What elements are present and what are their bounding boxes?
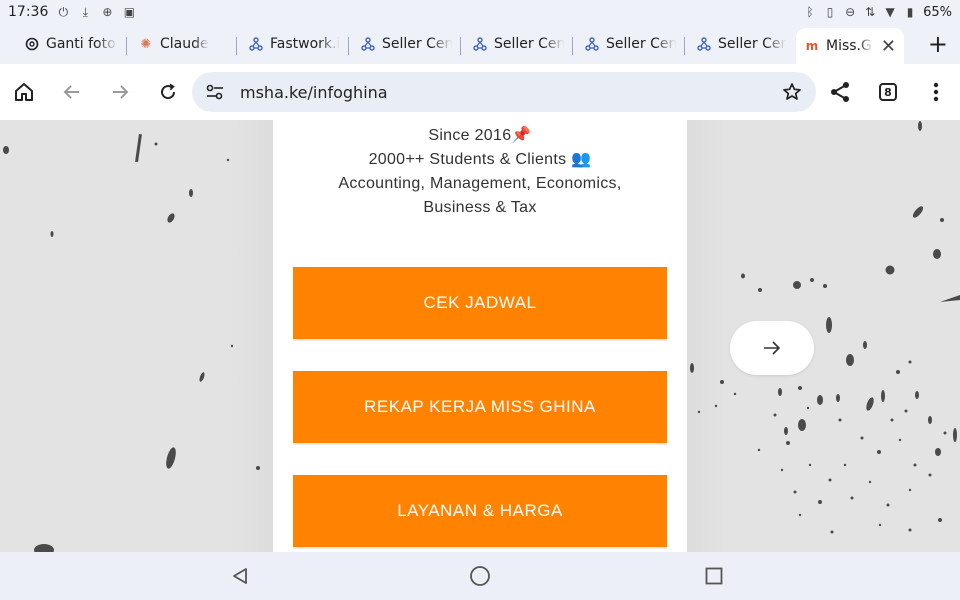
tab-title: Seller Cent bbox=[494, 36, 564, 52]
arrow-right-icon bbox=[764, 341, 781, 355]
tab-title: Seller Cent bbox=[382, 36, 452, 52]
seller-center-icon bbox=[584, 36, 600, 52]
url-text[interactable]: msha.ke/infoghina bbox=[240, 83, 388, 102]
tab-seller-center-2[interactable]: Seller Cent bbox=[464, 28, 572, 60]
back-button[interactable] bbox=[58, 78, 86, 106]
bluetooth-icon: ᛒ bbox=[806, 5, 814, 19]
tab-separator bbox=[236, 37, 237, 55]
arrow-left-icon bbox=[63, 85, 79, 99]
tab-separator bbox=[460, 37, 461, 55]
tab-ganti-foto[interactable]: Ganti foto c bbox=[16, 28, 126, 60]
app-notification-icon: ▣ bbox=[123, 5, 136, 19]
tab-separator bbox=[684, 37, 685, 55]
tab-miss-ghina[interactable]: m Miss.Ghina ✕ bbox=[796, 28, 904, 64]
tab-switcher-button[interactable]: 8 bbox=[874, 78, 902, 106]
vpn-icon: ⊕ bbox=[102, 5, 113, 19]
arrow-right-icon bbox=[113, 85, 129, 99]
claude-icon: ✺ bbox=[140, 36, 152, 52]
tab-claude[interactable]: ✺ Claude bbox=[130, 28, 236, 60]
square-recents-icon bbox=[705, 567, 723, 585]
reload-icon bbox=[161, 83, 176, 100]
nav-back-button[interactable] bbox=[228, 564, 252, 588]
page-content: Since 2016📌 2000++ Students & Clients 👥 … bbox=[0, 120, 960, 552]
share-button[interactable] bbox=[826, 78, 854, 106]
wifi-icon: ▼ bbox=[885, 5, 895, 19]
battery-level: 65% bbox=[923, 4, 952, 20]
download-icon: ⤓ bbox=[82, 5, 89, 19]
reload-button[interactable] bbox=[154, 78, 182, 106]
new-tab-button[interactable]: + bbox=[928, 30, 948, 58]
status-time: 17:36 bbox=[8, 4, 49, 20]
home-icon bbox=[15, 83, 33, 101]
overflow-menu-button[interactable] bbox=[922, 78, 950, 106]
battery-icon: ▮ bbox=[906, 5, 914, 19]
nav-recents-button[interactable] bbox=[702, 564, 726, 588]
data-transfer-icon: ⇅ bbox=[865, 5, 876, 19]
bookmark-star-icon[interactable] bbox=[782, 82, 802, 106]
msha-icon: m bbox=[805, 39, 819, 53]
intro-line-subjects: Accounting, Management, Economics, bbox=[338, 175, 622, 192]
close-tab-icon[interactable]: ✕ bbox=[881, 36, 896, 57]
seller-center-icon bbox=[696, 36, 712, 52]
rekap-kerja-button[interactable]: REKAP KERJA MISS GHINA bbox=[293, 371, 667, 445]
forward-button[interactable] bbox=[106, 78, 134, 106]
tab-seller-center-1[interactable]: Seller Cent bbox=[352, 28, 460, 60]
nav-home-button[interactable] bbox=[468, 564, 492, 588]
next-arrow-button[interactable] bbox=[730, 321, 814, 375]
vibrate-icon: ▯ bbox=[826, 5, 834, 19]
address-bar[interactable]: msha.ke/infoghina bbox=[192, 72, 816, 112]
intro-line-since: Since 2016📌 bbox=[428, 127, 532, 144]
intro-line-business: Business & Tax bbox=[423, 199, 537, 216]
tab-count: 8 bbox=[879, 83, 897, 101]
more-vert-icon bbox=[933, 82, 939, 102]
system-nav-bar bbox=[0, 552, 960, 600]
seller-center-icon bbox=[360, 36, 376, 52]
cek-jadwal-button[interactable]: CEK JADWAL bbox=[293, 267, 667, 341]
seller-center-icon bbox=[472, 36, 488, 52]
site-settings-icon[interactable] bbox=[206, 84, 224, 104]
tab-separator bbox=[572, 37, 573, 55]
tab-title: Claude bbox=[160, 36, 209, 52]
tab-title: Ganti foto c bbox=[46, 36, 118, 52]
tab-strip: Ganti foto c ✺ Claude Fastwork.id Seller… bbox=[0, 24, 960, 64]
tab-fastwork[interactable]: Fastwork.id bbox=[240, 28, 348, 60]
power-icon: ⏻ bbox=[58, 5, 69, 19]
intro-text: Since 2016📌 2000++ Students & Clients 👥 … bbox=[273, 124, 687, 220]
triangle-back-icon bbox=[233, 568, 247, 584]
intro-line-students: 2000++ Students & Clients 👥 bbox=[368, 151, 592, 168]
layanan-harga-button[interactable]: LAYANAN & HARGA bbox=[293, 475, 667, 549]
tab-title: Miss.Ghina bbox=[826, 38, 873, 54]
tab-seller-center-4[interactable]: Seller Cent bbox=[688, 28, 794, 60]
tab-title: Seller Cent bbox=[718, 36, 786, 52]
tab-separator bbox=[348, 37, 349, 55]
openai-icon bbox=[24, 36, 40, 52]
browser-toolbar: msha.ke/infoghina 8 bbox=[0, 64, 960, 120]
fastwork-icon bbox=[248, 36, 264, 52]
share-icon bbox=[831, 82, 849, 102]
do-not-disturb-icon: ⊖ bbox=[845, 5, 856, 19]
status-bar: 17:36 ⏻ ⤓ ⊕ ▣ ᛒ ▯ ⊖ ⇅ ▼ ▮ 65% bbox=[0, 0, 960, 24]
home-button[interactable] bbox=[10, 78, 38, 106]
tab-title: Seller Cent bbox=[606, 36, 676, 52]
link-card: Since 2016📌 2000++ Students & Clients 👥 … bbox=[273, 120, 687, 552]
circle-home-icon bbox=[470, 566, 490, 586]
tab-separator bbox=[126, 37, 127, 55]
tab-seller-center-3[interactable]: Seller Cent bbox=[576, 28, 684, 60]
tab-title: Fastwork.id bbox=[270, 36, 340, 52]
